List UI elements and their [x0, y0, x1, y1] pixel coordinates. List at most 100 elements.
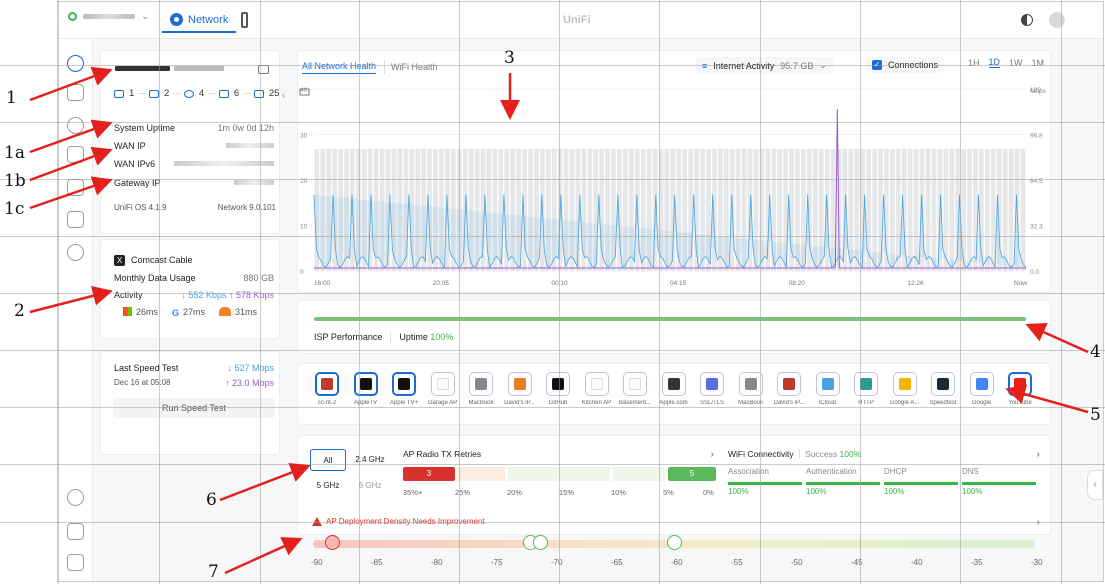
- connection-bar[interactable]: [1002, 149, 1008, 271]
- network-version[interactable]: Network 9.0.101: [218, 203, 276, 212]
- app-icon: [661, 372, 686, 396]
- wifi-metric-label: DNS: [962, 467, 979, 476]
- speedtest-header: Last Speed Test ↓ 527 Mbps: [114, 363, 274, 373]
- app-tile[interactable]: iCloud: [809, 372, 847, 406]
- connection-bar[interactable]: [967, 149, 972, 271]
- right-axis-unit: Mbps: [1030, 88, 1047, 95]
- app-tile[interactable]: MacBook: [462, 372, 500, 406]
- clients-icon[interactable]: [67, 146, 84, 163]
- isp-uptime-bar: [314, 317, 1026, 321]
- annotation-3: 3: [504, 48, 515, 68]
- app-tile[interactable]: GitHub: [539, 372, 577, 406]
- site-status-icon: [68, 12, 77, 21]
- ap-density-marker[interactable]: [667, 535, 682, 550]
- band-5ghz[interactable]: 5 GHz: [310, 475, 346, 497]
- wifi-metric-bar[interactable]: [806, 482, 880, 485]
- insights-icon[interactable]: [67, 211, 84, 228]
- app-tile[interactable]: Apple TV+: [385, 372, 423, 406]
- connection-bar[interactable]: [990, 149, 996, 271]
- isp-name: Comcast Cable: [131, 255, 193, 265]
- connection-bar[interactable]: [1008, 149, 1014, 271]
- ap-density-marker[interactable]: [325, 535, 340, 550]
- connection-bar[interactable]: [1020, 149, 1026, 271]
- app-tile[interactable]: David's iP...: [501, 372, 539, 406]
- network-health-chart-card: All Network Health WiFi Health ≡Internet…: [297, 50, 1051, 293]
- tab-network[interactable]: Network: [162, 8, 237, 33]
- density-tick-label: -80: [431, 558, 443, 567]
- retry-segment-high[interactable]: 3: [403, 467, 455, 481]
- speedtest-date: Dec 16 at 05:08: [114, 378, 171, 387]
- wifi-metric-bar[interactable]: [962, 482, 1036, 485]
- alerts-icon[interactable]: [67, 554, 84, 571]
- chevron-right-icon[interactable]: ›: [1037, 331, 1040, 342]
- connection-bar[interactable]: [931, 149, 937, 271]
- ap-density-marker[interactable]: [533, 535, 548, 550]
- grid-line-horizontal: [0, 464, 1105, 465]
- connection-bar[interactable]: [949, 149, 955, 271]
- app-tile[interactable]: AppleTV: [347, 372, 385, 406]
- connection-bar[interactable]: [925, 149, 931, 271]
- security-icon[interactable]: [67, 244, 84, 261]
- left-axis-tick: 30: [300, 133, 308, 140]
- run-speed-test-button[interactable]: Run Speed Test: [113, 398, 275, 418]
- connection-bar[interactable]: [913, 149, 919, 271]
- connection-bar[interactable]: [890, 149, 895, 271]
- app-tile[interactable]: Google A...: [886, 372, 924, 406]
- gateway-name[interactable]: [115, 66, 224, 71]
- grid-line-vertical: [459, 0, 460, 584]
- retry-segment-low[interactable]: 5: [668, 467, 716, 481]
- sidebar-nav: [58, 39, 93, 581]
- settings-gear-icon[interactable]: [67, 489, 84, 506]
- avatar[interactable]: [1049, 12, 1065, 28]
- band-6ghz[interactable]: 6 GHz: [352, 475, 388, 497]
- app-tile[interactable]: HTTP: [847, 372, 885, 406]
- app-tile[interactable]: Apple.com: [655, 372, 693, 406]
- chevron-right-icon[interactable]: ›: [711, 449, 714, 460]
- app-tile[interactable]: YouTube: [1001, 372, 1039, 406]
- isp-performance-card: ISP Performance Uptime 100% ›: [297, 300, 1051, 354]
- activity-chart[interactable]: 0102030400.032.364.596.8129Mbps16:00 20:0…: [298, 51, 1052, 294]
- app-tile[interactable]: Garage AP: [424, 372, 462, 406]
- density-tick-label: -30: [1031, 558, 1043, 567]
- app-tile[interactable]: cc-nt-2: [308, 372, 346, 406]
- topology-icon[interactable]: [67, 84, 84, 101]
- isp-performance-row: ISP Performance Uptime 100%: [314, 332, 453, 342]
- app-tile[interactable]: Google: [963, 372, 1001, 406]
- chevron-right-icon[interactable]: ›: [1037, 449, 1040, 460]
- app-tile[interactable]: Speedtest: [924, 372, 962, 406]
- side-panel-toggle-button[interactable]: ‹: [1087, 470, 1103, 500]
- app-tile[interactable]: Kitchen AP: [578, 372, 616, 406]
- app-label: Apple TV+: [389, 400, 419, 406]
- wifi-metric-bar[interactable]: [728, 482, 802, 485]
- connection-bar[interactable]: [907, 149, 913, 271]
- band-2-4ghz[interactable]: 2.4 GHz: [352, 449, 388, 471]
- app-icon: [738, 372, 763, 396]
- wired-client-count: 6: [233, 88, 240, 99]
- statistics-icon[interactable]: [67, 179, 84, 196]
- separator: ····: [172, 88, 182, 99]
- dashboard-icon[interactable]: [67, 55, 84, 72]
- wifi-metric-label: Association: [728, 467, 769, 476]
- density-tick-label: -35: [971, 558, 983, 567]
- grid-line-vertical: [260, 0, 261, 584]
- grid-line-vertical: [1061, 0, 1062, 584]
- x-axis-tick: 08:20: [789, 280, 806, 287]
- wifi-metric-bar[interactable]: [884, 482, 958, 485]
- collapse-button[interactable]: ‹: [282, 90, 285, 100]
- logs-icon[interactable]: [67, 523, 84, 540]
- site-selector[interactable]: ⌄: [68, 11, 149, 22]
- app-tile[interactable]: MacBook: [732, 372, 770, 406]
- connection-bar[interactable]: [984, 149, 990, 271]
- retry-tick-label: 35%+: [403, 488, 423, 497]
- theme-toggle-icon[interactable]: [1021, 14, 1033, 26]
- annotation-5: 5: [1090, 405, 1101, 425]
- density-tick-label: -90: [311, 558, 323, 567]
- band-all[interactable]: All: [310, 449, 346, 471]
- devices-icon[interactable]: [67, 117, 84, 134]
- app-tile[interactable]: David's iP...: [770, 372, 808, 406]
- app-tile[interactable]: SSL/TLS: [693, 372, 731, 406]
- device-icon[interactable]: [241, 12, 248, 28]
- retry-tick-label: 10%: [611, 488, 627, 497]
- app-tile[interactable]: Basement...: [616, 372, 654, 406]
- app-glyph-icon: [398, 378, 410, 390]
